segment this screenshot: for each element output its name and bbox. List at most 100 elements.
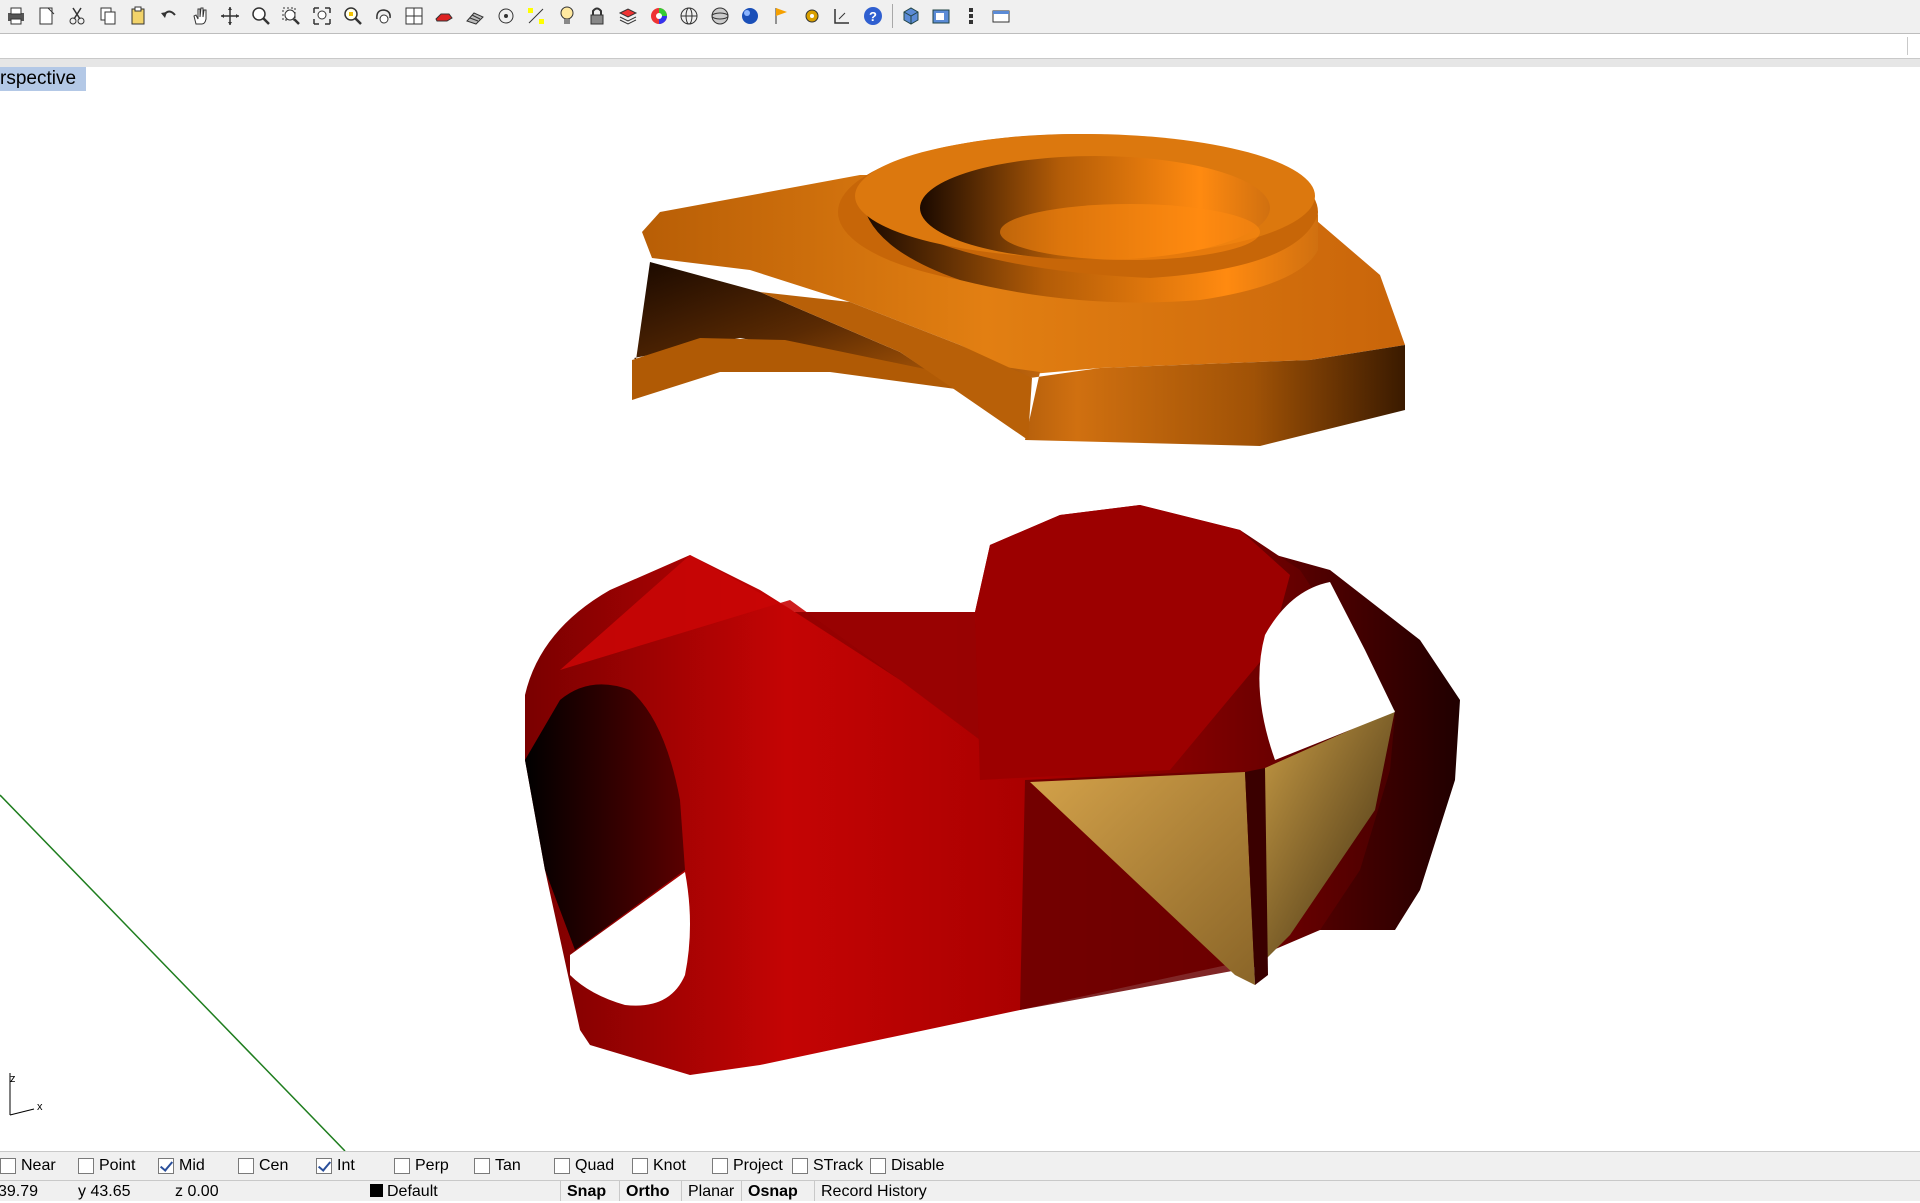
paste-button[interactable] xyxy=(125,3,151,29)
layer-icon xyxy=(618,8,638,25)
view-cube-button[interactable] xyxy=(898,3,924,29)
zoom-selected-icon xyxy=(343,7,362,25)
point-edit-button[interactable] xyxy=(523,3,549,29)
zoom-selected-button[interactable] xyxy=(340,3,366,29)
osnap-mid-checkbox[interactable] xyxy=(158,1158,174,1174)
osnap-tan-label: Tan xyxy=(495,1157,521,1174)
status-layer-name: Default xyxy=(387,1183,438,1200)
osnap-perp-checkbox[interactable] xyxy=(394,1158,410,1174)
select-all-icon xyxy=(435,13,454,22)
grid-snap-icon xyxy=(466,12,484,25)
view-cube-icon xyxy=(903,7,919,25)
wireframe-sphere-icon xyxy=(680,7,698,25)
osnap-strack-checkbox[interactable] xyxy=(792,1158,808,1174)
command-scrollbar[interactable] xyxy=(1907,37,1920,55)
rotate-view-button[interactable] xyxy=(217,3,243,29)
osnap-disable[interactable]: Disable xyxy=(870,1156,944,1176)
osnap-knot-checkbox[interactable] xyxy=(632,1158,648,1174)
osnap-toggle[interactable]: Osnap xyxy=(741,1181,804,1201)
status-layer[interactable]: Default xyxy=(370,1183,438,1201)
render-sphere-button[interactable] xyxy=(737,3,763,29)
osnap-disable-label: Disable xyxy=(891,1157,945,1174)
ortho-toggle[interactable]: Ortho xyxy=(619,1181,676,1201)
copy-button[interactable] xyxy=(95,3,121,29)
perspective-viewport[interactable]: z x xyxy=(0,91,1920,1151)
osnap-strack[interactable]: STrack xyxy=(792,1156,863,1176)
shaded-sphere-button[interactable] xyxy=(707,3,733,29)
pan-hand-icon xyxy=(193,7,207,25)
osnap-quad[interactable]: Quad xyxy=(554,1156,614,1176)
osnap-tan[interactable]: Tan xyxy=(474,1156,521,1176)
command-line[interactable] xyxy=(0,34,1920,59)
planar-toggle[interactable]: Planar xyxy=(681,1181,740,1201)
pan-hand-button[interactable] xyxy=(187,3,213,29)
gear-icon xyxy=(805,9,819,23)
orange-cap-part[interactable] xyxy=(632,134,1405,446)
zoom-dynamic-button[interactable] xyxy=(248,3,274,29)
osnap-mid[interactable]: Mid xyxy=(158,1156,205,1176)
osnap-quad-label: Quad xyxy=(575,1157,615,1174)
osnap-near-checkbox[interactable] xyxy=(0,1158,16,1174)
print-icon xyxy=(8,7,24,25)
osnap-near-label: Near xyxy=(21,1157,56,1174)
vertical-dots-icon xyxy=(969,8,974,24)
osnap-tan-checkbox[interactable] xyxy=(474,1158,490,1174)
osnap-perp-label: Perp xyxy=(415,1157,449,1174)
lightbulb-button[interactable] xyxy=(554,3,580,29)
osnap-disable-checkbox[interactable] xyxy=(870,1158,886,1174)
viewport-window-button[interactable] xyxy=(988,3,1014,29)
grid-snap-button[interactable] xyxy=(462,3,488,29)
osnap-cen[interactable]: Cen xyxy=(238,1156,288,1176)
four-viewports-icon xyxy=(405,7,423,25)
flag-button[interactable] xyxy=(768,3,794,29)
status-x-coordinate: 39.79 xyxy=(0,1183,39,1200)
snap-toggle[interactable]: Snap xyxy=(560,1181,612,1201)
gear-button[interactable] xyxy=(799,3,825,29)
viewport-window-icon xyxy=(992,10,1010,23)
print-button[interactable] xyxy=(3,3,29,29)
shaded-sphere-icon xyxy=(711,7,729,25)
zoom-extents-icon xyxy=(313,7,331,25)
circle-target-button[interactable] xyxy=(493,3,519,29)
undo-button[interactable] xyxy=(156,3,182,29)
osnap-int[interactable]: Int xyxy=(316,1156,355,1176)
dimension-icon xyxy=(834,9,850,24)
lock-button[interactable] xyxy=(584,3,610,29)
osnap-project-checkbox[interactable] xyxy=(712,1158,728,1174)
osnap-perp[interactable]: Perp xyxy=(394,1156,449,1176)
undo-view-button[interactable] xyxy=(370,3,396,29)
copy-icon xyxy=(100,7,116,25)
record-history-toggle[interactable]: Record History xyxy=(814,1181,933,1201)
osnap-near[interactable]: Near xyxy=(0,1156,56,1176)
osnap-int-checkbox[interactable] xyxy=(316,1158,332,1174)
select-all-button[interactable] xyxy=(431,3,457,29)
dimension-button[interactable] xyxy=(829,3,855,29)
osnap-knot[interactable]: Knot xyxy=(632,1156,686,1176)
cplane-button[interactable] xyxy=(928,3,954,29)
help-button[interactable]: ? xyxy=(860,3,886,29)
zoom-window-button[interactable] xyxy=(278,3,304,29)
osnap-quad-checkbox[interactable] xyxy=(554,1158,570,1174)
status-z-coordinate: z 0.00 xyxy=(175,1183,219,1200)
vertical-dots-button[interactable] xyxy=(958,3,984,29)
zoom-extents-button[interactable] xyxy=(309,3,335,29)
osnap-point[interactable]: Point xyxy=(78,1156,135,1176)
wireframe-sphere-button[interactable] xyxy=(676,3,702,29)
zoom-window-icon xyxy=(282,7,301,25)
four-viewports-button[interactable] xyxy=(401,3,427,29)
viewport-title[interactable]: rspective xyxy=(0,67,87,91)
layer-button[interactable] xyxy=(615,3,641,29)
osnap-point-checkbox[interactable] xyxy=(78,1158,94,1174)
page-setup-button[interactable] xyxy=(34,3,60,29)
osnap-project[interactable]: Project xyxy=(712,1156,783,1176)
layer-color-swatch xyxy=(370,1184,383,1197)
axis-x-label: x xyxy=(37,1101,43,1113)
color-wheel-button[interactable] xyxy=(646,3,672,29)
rotate-view-icon xyxy=(221,7,240,25)
orange-ring-hole-floor xyxy=(1000,204,1260,260)
cut-button[interactable] xyxy=(64,3,90,29)
osnap-cen-checkbox[interactable] xyxy=(238,1158,254,1174)
toolbar-separator xyxy=(892,4,894,28)
red-body-part[interactable] xyxy=(525,505,1460,1075)
toolbar-divider xyxy=(0,59,1920,67)
